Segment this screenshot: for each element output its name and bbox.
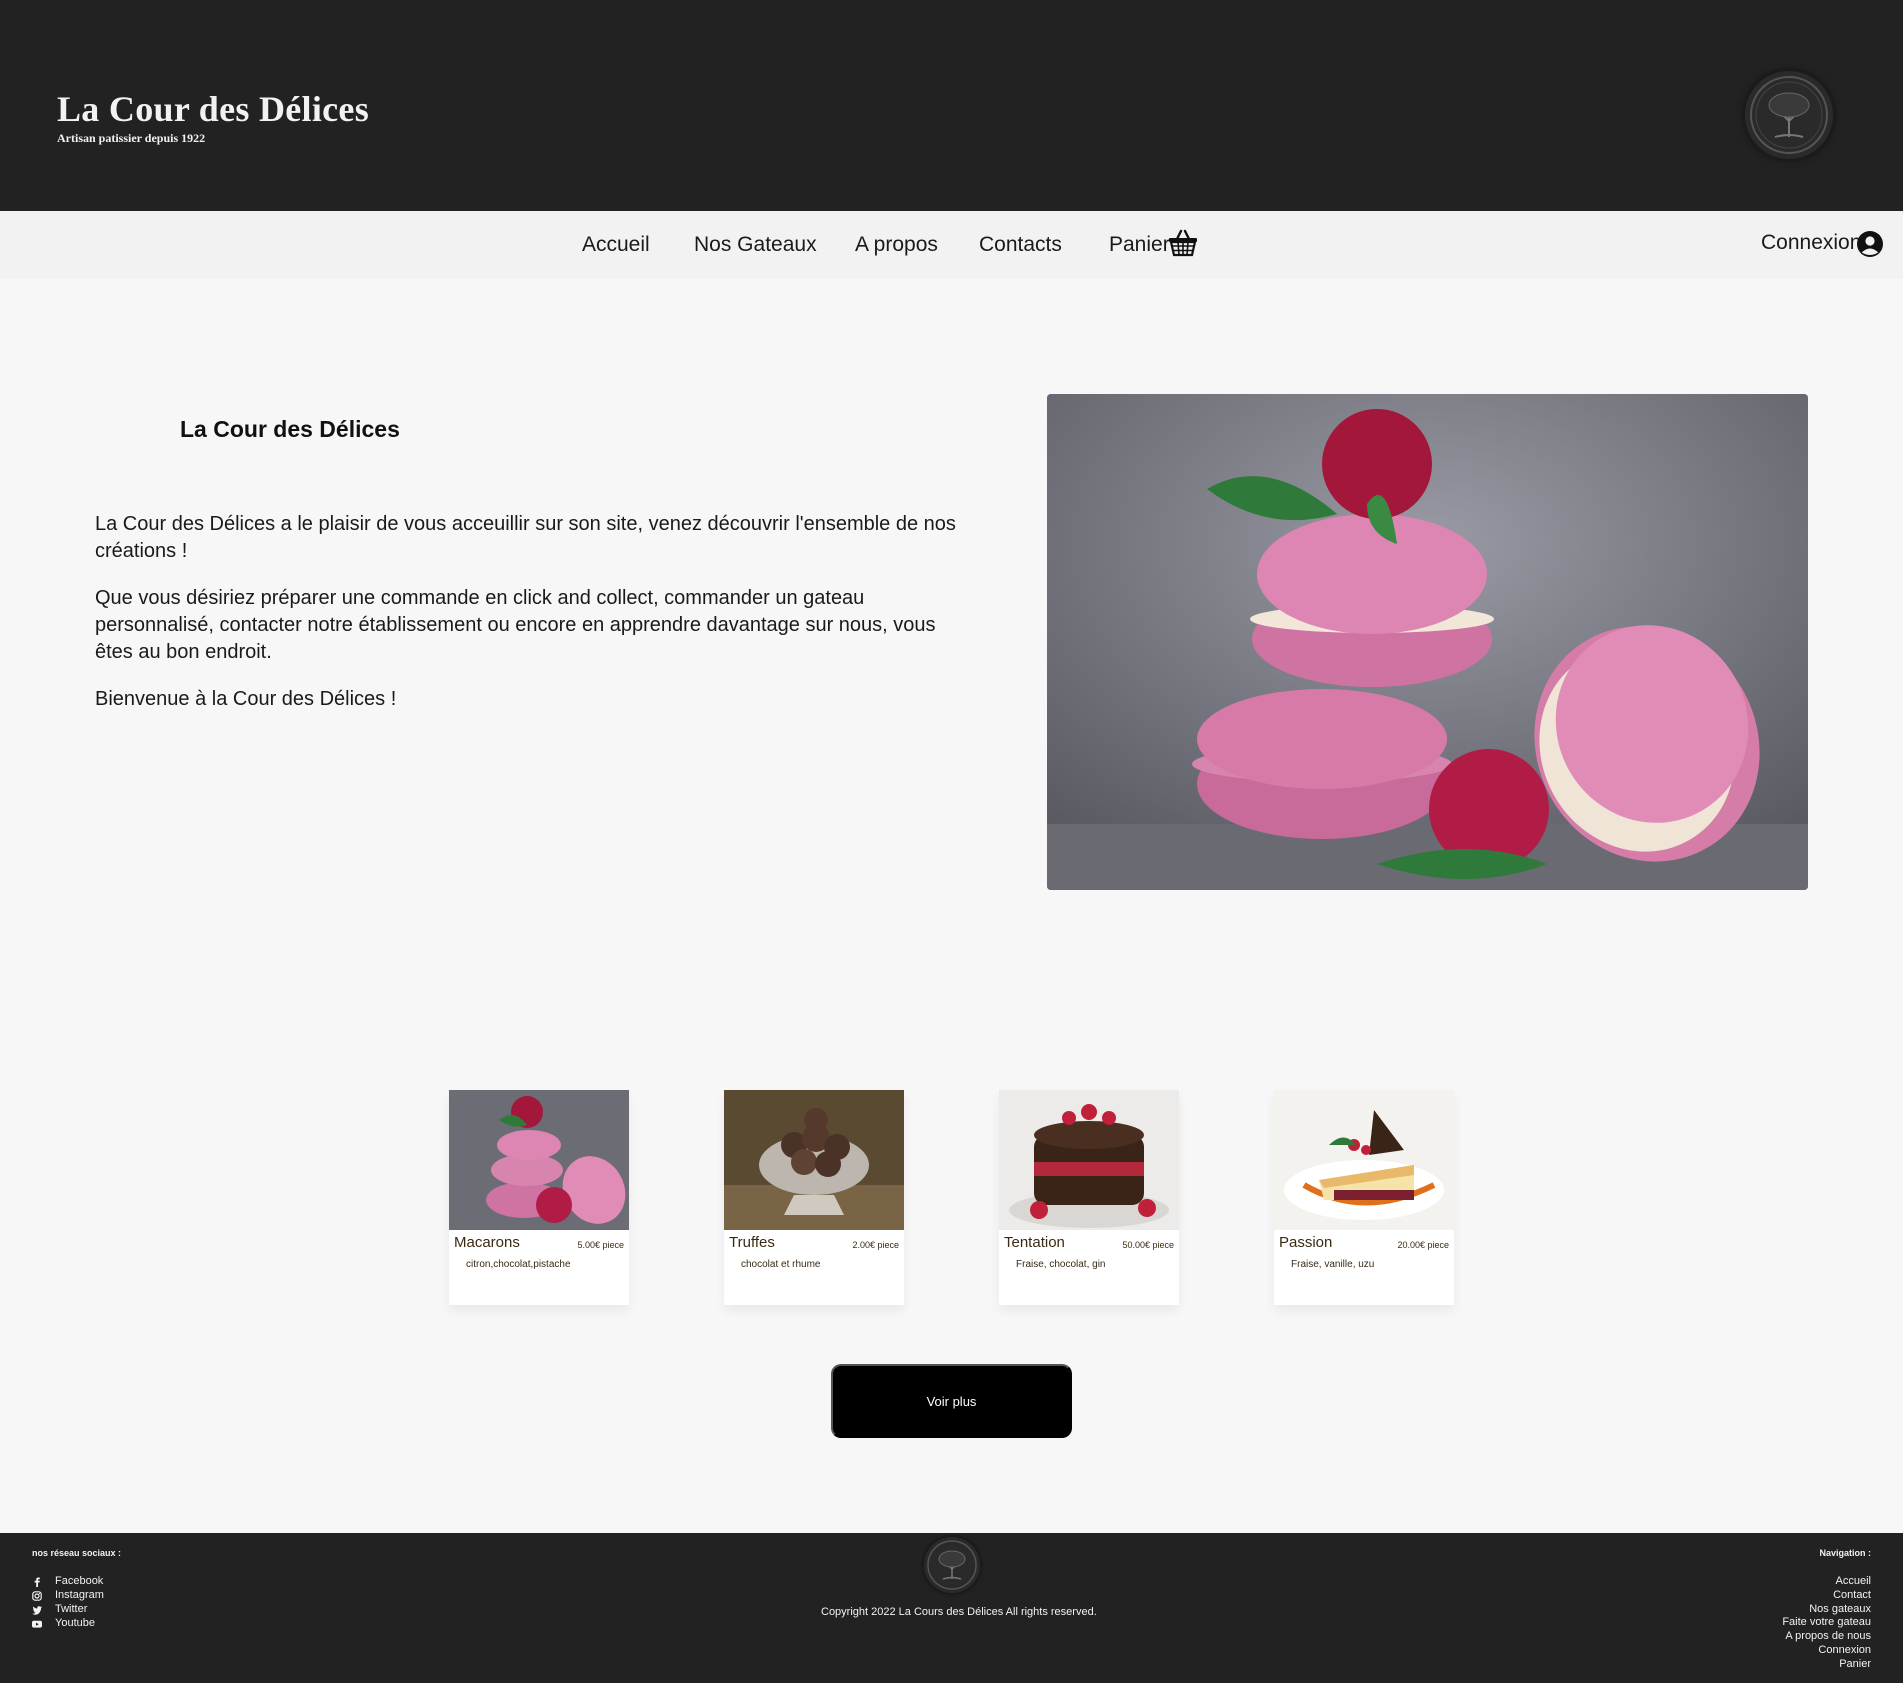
instagram-icon bbox=[32, 1591, 42, 1601]
social-label: Twitter bbox=[55, 1603, 88, 1615]
basket-icon[interactable] bbox=[1168, 229, 1198, 257]
hero-title: La Cour des Délices bbox=[180, 416, 400, 442]
product-name: Passion bbox=[1279, 1234, 1333, 1251]
product-description: citron,chocolat,pistache bbox=[466, 1259, 571, 1270]
copyright-text: Copyright 2022 La Cours des Délices All … bbox=[821, 1606, 1097, 1618]
footer-nav-item[interactable]: Panier bbox=[1782, 1658, 1871, 1672]
macarons-hero-image bbox=[1047, 394, 1808, 890]
user-icon[interactable] bbox=[1856, 230, 1884, 258]
product-description: chocolat et rhume bbox=[741, 1259, 821, 1270]
nav-item-nos-gateaux[interactable]: Nos Gateaux bbox=[694, 233, 817, 257]
product-price: 5.00€ piece bbox=[577, 1240, 624, 1250]
footer-nav-item[interactable]: A propos de nous bbox=[1782, 1630, 1871, 1644]
product-price: 20.00€ piece bbox=[1397, 1240, 1449, 1250]
product-name: Macarons bbox=[454, 1234, 520, 1251]
site-footer: nos réseau sociaux : Facebook Instagram … bbox=[0, 1533, 1903, 1683]
nav-item-a-propos[interactable]: A propos bbox=[855, 233, 938, 257]
hero-paragraph: Que vous désiriez préparer une commande … bbox=[95, 587, 936, 663]
main-nav: Accueil Nos Gateaux A propos Contacts Pa… bbox=[0, 211, 1903, 279]
social-title: nos réseau sociaux : bbox=[32, 1548, 122, 1558]
product-name: Tentation bbox=[1004, 1234, 1065, 1251]
footer-nav-item[interactable]: Nos gateaux bbox=[1782, 1603, 1871, 1617]
product-card[interactable]: Passion 20.00€ piece Fraise, vanille, uz… bbox=[1274, 1090, 1454, 1305]
footer-nav: Accueil Contact Nos gateaux Faite votre … bbox=[1782, 1575, 1871, 1672]
site-header: La Cour des Délices Artisan patissier de… bbox=[0, 0, 1903, 211]
hero-paragraph: Bienvenue à la Cour des Délices ! bbox=[95, 688, 397, 710]
login-link[interactable]: Connexion bbox=[1761, 231, 1861, 255]
product-name: Truffes bbox=[729, 1234, 775, 1251]
social-label: Youtube bbox=[55, 1617, 95, 1629]
footer-nav-item[interactable]: Connexion bbox=[1782, 1644, 1871, 1658]
hero-text: La Cour des Délices a le plaisir de vous… bbox=[95, 511, 965, 733]
youtube-icon bbox=[32, 1620, 42, 1628]
facebook-icon bbox=[34, 1577, 40, 1587]
tree-logo-icon[interactable] bbox=[924, 1537, 980, 1593]
product-image bbox=[1274, 1090, 1454, 1230]
product-description: Fraise, chocolat, gin bbox=[1016, 1259, 1106, 1270]
footer-nav-item[interactable]: Faite votre gateau bbox=[1782, 1616, 1871, 1630]
product-card[interactable]: Macarons 5.00€ piece citron,chocolat,pis… bbox=[449, 1090, 629, 1305]
product-card[interactable]: Tentation 50.00€ piece Fraise, chocolat,… bbox=[999, 1090, 1179, 1305]
voir-plus-button[interactable]: Voir plus bbox=[831, 1364, 1072, 1438]
brand-title[interactable]: La Cour des Délices bbox=[57, 88, 369, 130]
product-price: 2.00€ piece bbox=[852, 1240, 899, 1250]
product-price: 50.00€ piece bbox=[1122, 1240, 1174, 1250]
nav-item-accueil[interactable]: Accueil bbox=[582, 233, 650, 257]
product-image bbox=[999, 1090, 1179, 1230]
social-label: Facebook bbox=[55, 1575, 104, 1587]
product-image bbox=[724, 1090, 904, 1230]
product-image bbox=[449, 1090, 629, 1230]
hero-paragraph: La Cour des Délices a le plaisir de vous… bbox=[95, 513, 956, 562]
footer-nav-item[interactable]: Accueil bbox=[1782, 1575, 1871, 1589]
tree-logo-icon[interactable] bbox=[1745, 71, 1833, 159]
brand-tagline: Artisan patissier depuis 1922 bbox=[57, 131, 206, 145]
twitter-icon bbox=[32, 1606, 42, 1615]
nav-item-contacts[interactable]: Contacts bbox=[979, 233, 1062, 257]
footer-nav-item[interactable]: Contact bbox=[1782, 1589, 1871, 1603]
product-description: Fraise, vanille, uzu bbox=[1291, 1259, 1375, 1270]
product-card[interactable]: Truffes 2.00€ piece chocolat et rhume bbox=[724, 1090, 904, 1305]
nav-item-panier[interactable]: Panier bbox=[1109, 233, 1170, 257]
footer-nav-title: Navigation : bbox=[1819, 1548, 1871, 1558]
social-label: Instagram bbox=[55, 1589, 104, 1601]
